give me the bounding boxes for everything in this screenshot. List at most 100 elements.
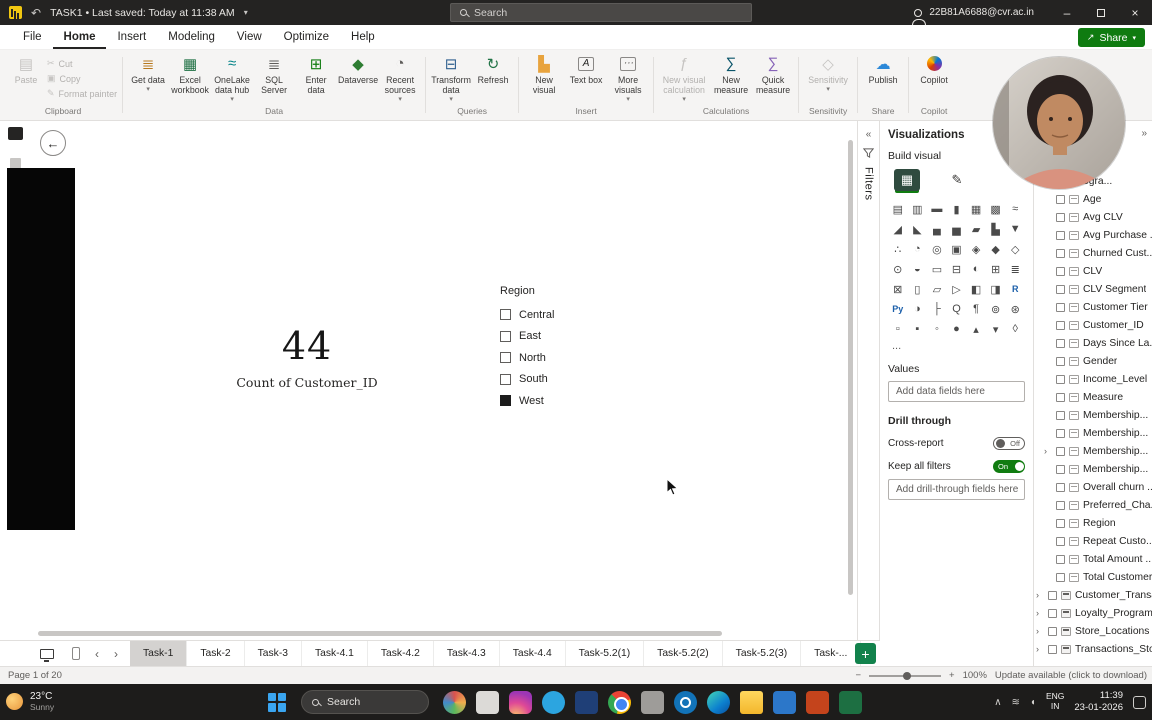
qa-visual-icon[interactable]: Q	[947, 299, 967, 319]
slicer-option-north[interactable]: North	[500, 347, 630, 369]
document-title[interactable]: TASK1 • Last saved: Today at 11:38 AM	[50, 7, 235, 19]
scorecard-icon[interactable]: ◨	[986, 279, 1006, 299]
quick-measure-button[interactable]: ∑ Quick measure	[753, 54, 793, 95]
share-button[interactable]: ↗ Share ▾	[1077, 28, 1145, 47]
field-item-customer-id[interactable]: ›Customer_ID	[1034, 316, 1152, 334]
checkbox-icon[interactable]	[500, 395, 511, 407]
field-checkbox[interactable]	[1056, 320, 1065, 330]
matrix-icon[interactable]: ⊠	[888, 279, 908, 299]
new-page-button[interactable]: +	[855, 643, 876, 664]
slicer-option-east[interactable]: East	[500, 326, 630, 348]
values-field-well[interactable]: Add data fields here	[888, 381, 1025, 402]
field-item-total-customers[interactable]: ›Total Customers	[1034, 568, 1152, 586]
expander-icon[interactable]: ›	[1036, 590, 1044, 600]
ribbon-chart-icon[interactable]: ▰	[966, 219, 986, 239]
python-visual-icon[interactable]: Py	[888, 299, 908, 319]
smart-narrative-icon[interactable]: ¶	[966, 299, 986, 319]
checkbox-icon[interactable]	[500, 309, 511, 321]
field-item-avg-clv[interactable]: ›Avg CLV	[1034, 208, 1152, 226]
sql-server-button[interactable]: ≣ SQL Server	[254, 54, 294, 96]
field-item-membership[interactable]: ›Membership...	[1034, 442, 1152, 460]
format-visual-mode-icon[interactable]: ✎	[944, 169, 970, 191]
wifi-icon[interactable]: ≋	[1012, 697, 1020, 708]
text-box-button[interactable]: A Text box	[566, 54, 606, 85]
page-tab-task-5-2-3[interactable]: Task-5.2(3)	[723, 641, 802, 666]
donut-chart-icon[interactable]: ◎	[927, 239, 947, 259]
notifications-icon[interactable]	[1133, 695, 1146, 709]
cross-report-toggle[interactable]: Off	[993, 437, 1025, 450]
metrics-icon[interactable]: ◧	[966, 279, 986, 299]
expand-filters-icon[interactable]: «	[866, 129, 872, 140]
close-button[interactable]: ×	[1118, 0, 1152, 25]
custom-visual-4-icon[interactable]: ●	[947, 319, 967, 339]
field-checkbox[interactable]	[1056, 338, 1065, 348]
power-automate-icon[interactable]: ▷	[947, 279, 967, 299]
paginated-report-icon[interactable]: ▯	[908, 279, 928, 299]
page-tab-task-4-2[interactable]: Task-4.2	[368, 641, 434, 666]
page-tab-task-5-2-1[interactable]: Task-5.2(1)	[566, 641, 645, 666]
report-view-icon[interactable]	[8, 127, 23, 140]
copilot-button[interactable]: Copilot	[914, 54, 954, 85]
field-item-membership[interactable]: ›Membership...	[1034, 406, 1152, 424]
desktop-view-icon[interactable]	[40, 648, 54, 662]
page-tab-task-2[interactable]: Task-2	[187, 641, 245, 666]
zoom-slider-knob[interactable]	[903, 671, 912, 680]
table-item-loyalty-program[interactable]: › Loyalty_Program	[1034, 604, 1152, 622]
field-item-income-level[interactable]: ›Income_Level	[1034, 370, 1152, 388]
field-checkbox[interactable]	[1056, 482, 1065, 492]
new-measure-button[interactable]: ∑ New measure	[711, 54, 751, 95]
mobile-view-icon[interactable]	[72, 647, 80, 660]
map-icon[interactable]: ◈	[966, 239, 986, 259]
compass-app-icon[interactable]	[674, 690, 697, 714]
field-item-measure[interactable]: ›Measure	[1034, 388, 1152, 406]
menu-home[interactable]: Home	[53, 25, 107, 49]
clock[interactable]: 11:39 23-01-2026	[1074, 690, 1123, 714]
field-checkbox[interactable]	[1056, 284, 1065, 294]
format-painter-button[interactable]: ✎ Format painter	[47, 88, 117, 99]
area-chart-icon[interactable]: ◢	[888, 219, 908, 239]
next-page-icon[interactable]: ›	[114, 647, 118, 661]
power-bi-custom-visual-icon[interactable]: ⊛	[1005, 299, 1025, 319]
waterfall-chart-icon[interactable]: ▙	[986, 219, 1006, 239]
stacked-bar-chart-icon[interactable]: ▤	[888, 199, 908, 219]
field-checkbox[interactable]	[1056, 356, 1065, 366]
chevron-up-icon[interactable]: ∧	[994, 697, 1001, 708]
clustered-bar-chart-icon[interactable]: ▬	[927, 199, 947, 219]
field-item-days-since-la[interactable]: ›Days Since La...	[1034, 334, 1152, 352]
transform-data-button[interactable]: ⊟ Transform data ▾	[431, 54, 471, 103]
field-checkbox[interactable]	[1056, 572, 1065, 582]
custom-visual-1-icon[interactable]: ▫	[888, 319, 908, 339]
field-checkbox[interactable]	[1056, 500, 1065, 510]
more-visual-options[interactable]: ...	[888, 339, 1025, 352]
field-checkbox[interactable]	[1048, 590, 1057, 600]
paste-button[interactable]: ▤ Paste	[9, 54, 43, 86]
checkbox-icon[interactable]	[500, 352, 511, 364]
field-item-region[interactable]: ›Region	[1034, 514, 1152, 532]
new-visual-calculation-button[interactable]: ƒ New visual calculation ▾	[659, 54, 709, 103]
expander-icon[interactable]: ›	[1036, 608, 1044, 618]
global-search-box[interactable]: Search	[450, 3, 752, 22]
field-checkbox[interactable]	[1056, 428, 1065, 438]
edge-icon[interactable]	[707, 690, 730, 714]
card-visual[interactable]: 44 Count of Customer_ID	[212, 324, 402, 390]
slicer-icon[interactable]: ⊞	[986, 259, 1006, 279]
slicer-option-south[interactable]: South	[500, 369, 630, 391]
vscode-icon[interactable]	[773, 690, 796, 714]
expander-icon[interactable]: ›	[1036, 644, 1044, 654]
page-tab-task-4-4[interactable]: Task-4.4	[500, 641, 566, 666]
back-button[interactable]: ←	[40, 130, 66, 156]
field-checkbox[interactable]	[1048, 608, 1057, 618]
field-checkbox[interactable]	[1056, 464, 1065, 474]
file-explorer-icon[interactable]	[740, 690, 763, 714]
colorful-app-icon[interactable]	[443, 690, 466, 714]
excel-icon[interactable]	[839, 690, 862, 714]
shape-map-icon[interactable]: ◇	[1005, 239, 1025, 259]
field-checkbox[interactable]	[1048, 644, 1057, 654]
black-visual[interactable]	[7, 168, 75, 530]
checkbox-icon[interactable]	[500, 330, 511, 342]
field-item-total-amount[interactable]: ›Total Amount ...	[1034, 550, 1152, 568]
undo-icon[interactable]: ↶	[31, 6, 41, 20]
collapse-data-pane-icon[interactable]: »	[1141, 128, 1147, 139]
publish-button[interactable]: ☁ Publish	[863, 54, 903, 86]
field-item-gender[interactable]: ›Gender	[1034, 352, 1152, 370]
